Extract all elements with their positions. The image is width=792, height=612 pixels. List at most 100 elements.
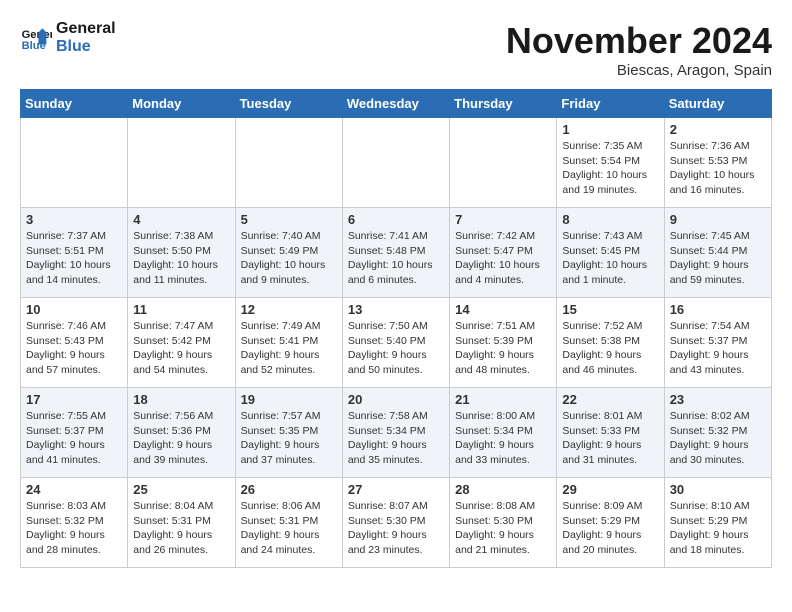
logo: General Blue General Blue <box>20 20 116 55</box>
calendar-cell: 6 Sunrise: 7:41 AMSunset: 5:48 PMDaylight… <box>342 208 449 298</box>
day-info: Sunrise: 7:47 AMSunset: 5:42 PMDaylight:… <box>133 319 229 378</box>
calendar-cell: 12 Sunrise: 7:49 AMSunset: 5:41 PMDayligh… <box>235 298 342 388</box>
calendar-cell: 27 Sunrise: 8:07 AMSunset: 5:30 PMDayligh… <box>342 478 449 568</box>
column-header-sunday: Sunday <box>21 90 128 118</box>
calendar-cell: 1 Sunrise: 7:35 AMSunset: 5:54 PMDaylight… <box>557 118 664 208</box>
calendar-cell: 21 Sunrise: 8:00 AMSunset: 5:34 PMDayligh… <box>450 388 557 478</box>
calendar-cell: 19 Sunrise: 7:57 AMSunset: 5:35 PMDayligh… <box>235 388 342 478</box>
calendar-table: SundayMondayTuesdayWednesdayThursdayFrid… <box>20 89 772 568</box>
day-number: 1 <box>562 122 658 137</box>
day-info: Sunrise: 7:41 AMSunset: 5:48 PMDaylight:… <box>348 229 444 288</box>
day-info: Sunrise: 7:55 AMSunset: 5:37 PMDaylight:… <box>26 409 122 468</box>
day-info: Sunrise: 8:06 AMSunset: 5:31 PMDaylight:… <box>241 499 337 558</box>
day-number: 9 <box>670 212 766 227</box>
calendar-cell: 10Sunrise: 7:46 AMSunset: 5:43 PMDayligh… <box>21 298 128 388</box>
column-header-saturday: Saturday <box>664 90 771 118</box>
calendar-cell: 28Sunrise: 8:08 AMSunset: 5:30 PMDayligh… <box>450 478 557 568</box>
day-info: Sunrise: 7:57 AMSunset: 5:35 PMDaylight:… <box>241 409 337 468</box>
day-number: 6 <box>348 212 444 227</box>
calendar-cell: 5 Sunrise: 7:40 AMSunset: 5:49 PMDaylight… <box>235 208 342 298</box>
day-info: Sunrise: 7:42 AMSunset: 5:47 PMDaylight:… <box>455 229 551 288</box>
day-info: Sunrise: 7:49 AMSunset: 5:41 PMDaylight:… <box>241 319 337 378</box>
calendar-cell: 7 Sunrise: 7:42 AMSunset: 5:47 PMDaylight… <box>450 208 557 298</box>
day-number: 30 <box>670 482 766 497</box>
calendar-cell: 18 Sunrise: 7:56 AMSunset: 5:36 PMDayligh… <box>128 388 235 478</box>
logo-blue: Blue <box>56 38 116 56</box>
column-header-tuesday: Tuesday <box>235 90 342 118</box>
calendar-cell: 11 Sunrise: 7:47 AMSunset: 5:42 PMDayligh… <box>128 298 235 388</box>
day-number: 22 <box>562 392 658 407</box>
day-info: Sunrise: 8:02 AMSunset: 5:32 PMDaylight:… <box>670 409 766 468</box>
day-number: 20 <box>348 392 444 407</box>
day-number: 12 <box>241 302 337 317</box>
calendar-cell: 25Sunrise: 8:04 AMSunset: 5:31 PMDayligh… <box>128 478 235 568</box>
calendar-cell: 4 Sunrise: 7:38 AMSunset: 5:50 PMDaylight… <box>128 208 235 298</box>
location-subtitle: Biescas, Aragon, Spain <box>506 62 772 79</box>
calendar-cell: 2 Sunrise: 7:36 AMSunset: 5:53 PMDaylight… <box>664 118 771 208</box>
day-info: Sunrise: 7:40 AMSunset: 5:49 PMDaylight:… <box>241 229 337 288</box>
day-info: Sunrise: 7:35 AMSunset: 5:54 PMDaylight:… <box>562 139 658 198</box>
day-number: 14 <box>455 302 551 317</box>
title-area: November 2024 Biescas, Aragon, Spain <box>506 20 772 79</box>
day-info: Sunrise: 8:08 AMSunset: 5:30 PMDaylight:… <box>455 499 551 558</box>
calendar-cell: 29Sunrise: 8:09 AMSunset: 5:29 PMDayligh… <box>557 478 664 568</box>
calendar-cell: 14Sunrise: 7:51 AMSunset: 5:39 PMDayligh… <box>450 298 557 388</box>
day-number: 7 <box>455 212 551 227</box>
calendar-cell <box>450 118 557 208</box>
day-number: 16 <box>670 302 766 317</box>
svg-text:General: General <box>22 29 52 41</box>
calendar-cell: 16 Sunrise: 7:54 AMSunset: 5:37 PMDayligh… <box>664 298 771 388</box>
day-number: 25 <box>133 482 229 497</box>
day-number: 18 <box>133 392 229 407</box>
day-number: 29 <box>562 482 658 497</box>
calendar-cell: 24Sunrise: 8:03 AMSunset: 5:32 PMDayligh… <box>21 478 128 568</box>
day-info: Sunrise: 7:43 AMSunset: 5:45 PMDaylight:… <box>562 229 658 288</box>
calendar-cell: 22Sunrise: 8:01 AMSunset: 5:33 PMDayligh… <box>557 388 664 478</box>
day-number: 13 <box>348 302 444 317</box>
column-header-thursday: Thursday <box>450 90 557 118</box>
day-info: Sunrise: 7:36 AMSunset: 5:53 PMDaylight:… <box>670 139 766 198</box>
day-number: 2 <box>670 122 766 137</box>
day-number: 15 <box>562 302 658 317</box>
calendar-cell: 9 Sunrise: 7:45 AMSunset: 5:44 PMDaylight… <box>664 208 771 298</box>
day-info: Sunrise: 8:10 AMSunset: 5:29 PMDaylight:… <box>670 499 766 558</box>
day-info: Sunrise: 7:54 AMSunset: 5:37 PMDaylight:… <box>670 319 766 378</box>
column-header-wednesday: Wednesday <box>342 90 449 118</box>
day-number: 23 <box>670 392 766 407</box>
calendar-cell <box>235 118 342 208</box>
column-header-monday: Monday <box>128 90 235 118</box>
day-number: 5 <box>241 212 337 227</box>
day-info: Sunrise: 7:38 AMSunset: 5:50 PMDaylight:… <box>133 229 229 288</box>
day-number: 26 <box>241 482 337 497</box>
calendar-cell: 30 Sunrise: 8:10 AMSunset: 5:29 PMDayligh… <box>664 478 771 568</box>
calendar-cell: 3 Sunrise: 7:37 AMSunset: 5:51 PMDaylight… <box>21 208 128 298</box>
logo-icon: General Blue <box>20 22 52 54</box>
header: General Blue General Blue November 2024 … <box>20 20 772 79</box>
month-title: November 2024 <box>506 20 772 62</box>
logo-general: General <box>56 20 116 38</box>
day-info: Sunrise: 7:50 AMSunset: 5:40 PMDaylight:… <box>348 319 444 378</box>
day-number: 21 <box>455 392 551 407</box>
day-info: Sunrise: 8:00 AMSunset: 5:34 PMDaylight:… <box>455 409 551 468</box>
day-info: Sunrise: 8:03 AMSunset: 5:32 PMDaylight:… <box>26 499 122 558</box>
day-info: Sunrise: 7:37 AMSunset: 5:51 PMDaylight:… <box>26 229 122 288</box>
calendar-cell: 17 Sunrise: 7:55 AMSunset: 5:37 PMDayligh… <box>21 388 128 478</box>
day-number: 19 <box>241 392 337 407</box>
calendar-cell <box>128 118 235 208</box>
day-info: Sunrise: 7:58 AMSunset: 5:34 PMDaylight:… <box>348 409 444 468</box>
calendar-cell: 20 Sunrise: 7:58 AMSunset: 5:34 PMDayligh… <box>342 388 449 478</box>
calendar-cell <box>342 118 449 208</box>
day-info: Sunrise: 8:07 AMSunset: 5:30 PMDaylight:… <box>348 499 444 558</box>
day-info: Sunrise: 7:52 AMSunset: 5:38 PMDaylight:… <box>562 319 658 378</box>
day-number: 27 <box>348 482 444 497</box>
column-header-friday: Friday <box>557 90 664 118</box>
day-info: Sunrise: 7:56 AMSunset: 5:36 PMDaylight:… <box>133 409 229 468</box>
calendar-cell: 26 Sunrise: 8:06 AMSunset: 5:31 PMDayligh… <box>235 478 342 568</box>
day-info: Sunrise: 7:46 AMSunset: 5:43 PMDaylight:… <box>26 319 122 378</box>
day-number: 11 <box>133 302 229 317</box>
day-number: 17 <box>26 392 122 407</box>
day-number: 4 <box>133 212 229 227</box>
day-info: Sunrise: 7:45 AMSunset: 5:44 PMDaylight:… <box>670 229 766 288</box>
day-number: 3 <box>26 212 122 227</box>
calendar-cell: 8Sunrise: 7:43 AMSunset: 5:45 PMDaylight… <box>557 208 664 298</box>
